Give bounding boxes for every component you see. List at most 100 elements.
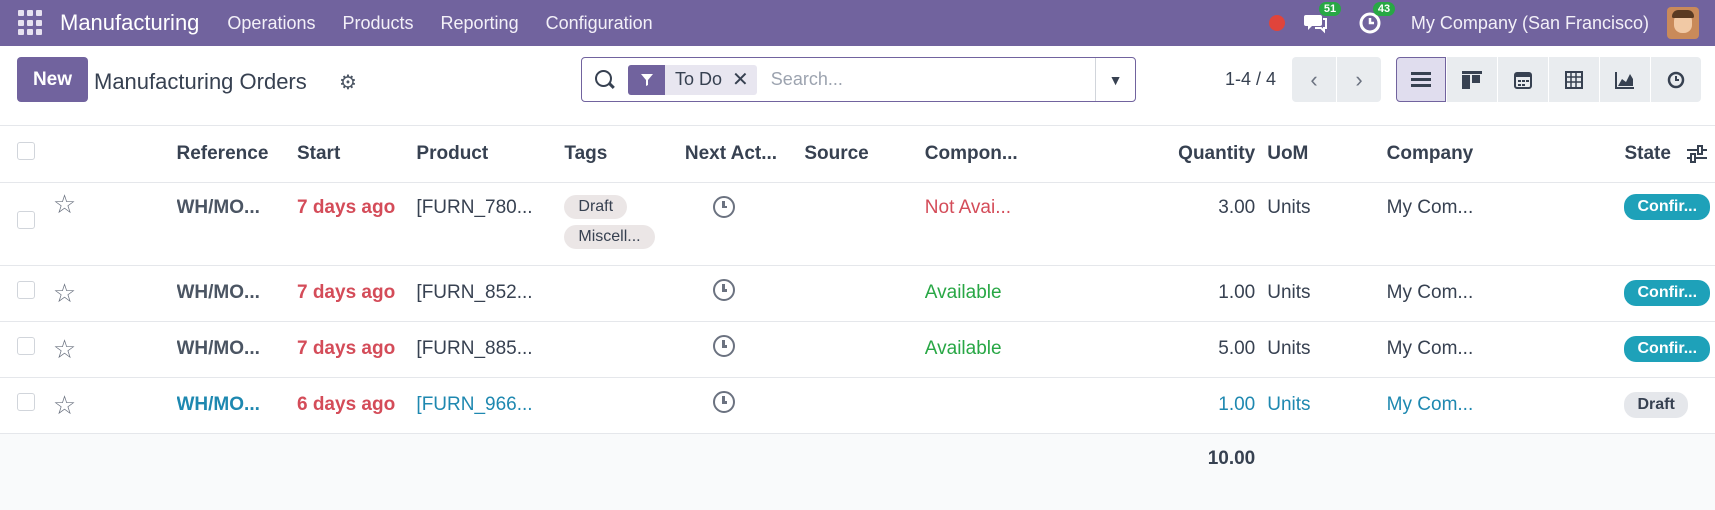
control-panel: New Manufacturing Orders ⚙ To Do ✕ ▼ 1-4… <box>0 46 1715 126</box>
activity-clock-icon[interactable] <box>712 279 735 301</box>
column-uom[interactable]: UoM <box>1267 126 1387 183</box>
activities-button[interactable]: 43 <box>1357 2 1396 36</box>
row-checkbox[interactable] <box>17 281 35 299</box>
search-icon[interactable] <box>594 69 616 91</box>
pager-value[interactable]: 1-4 / 4 <box>1225 69 1276 90</box>
search-options-caret-down-icon[interactable]: ▼ <box>1095 58 1135 101</box>
table-row[interactable]: ☆ WH/MO... 7 days ago [FURN_780... Draft… <box>0 182 1715 266</box>
menu-products[interactable]: Products <box>342 13 413 34</box>
messages-button[interactable]: 51 <box>1303 2 1342 36</box>
cell-product: [FURN_885... <box>416 321 565 378</box>
manufacturing-orders-table: Reference Start Product Tags Next Act...… <box>0 126 1715 485</box>
user-avatar[interactable] <box>1667 7 1699 39</box>
column-components[interactable]: Compon... <box>924 126 1147 183</box>
column-company[interactable]: Company <box>1386 126 1625 183</box>
cell-company: My Com... <box>1386 377 1625 434</box>
view-switcher <box>1396 57 1702 102</box>
search-input[interactable] <box>770 69 1071 90</box>
app-brand[interactable]: Manufacturing <box>60 10 199 36</box>
column-reference[interactable]: Reference <box>176 126 297 183</box>
cell-quantity: 1.00 <box>1146 377 1268 434</box>
pivot-view-table-icon[interactable] <box>1549 57 1599 102</box>
filter-facet: To Do ✕ <box>628 64 757 95</box>
cell-start: 7 days ago <box>296 265 417 322</box>
row-checkbox[interactable] <box>17 210 35 229</box>
company-switcher[interactable]: My Company (San Francisco) <box>1411 13 1649 34</box>
cell-company: My Com... <box>1386 182 1625 266</box>
cell-source <box>804 182 925 266</box>
cell-components: Available <box>924 265 1147 322</box>
search-bar: To Do ✕ ▼ <box>581 57 1136 102</box>
cell-product: [FURN_966... <box>416 377 565 434</box>
cell-reference: WH/MO... <box>176 182 297 266</box>
cell-uom: Units <box>1267 182 1387 266</box>
pager-previous-chevron-left-icon[interactable]: ‹ <box>1292 57 1336 102</box>
apps-menu-icon[interactable] <box>18 10 44 36</box>
cell-reference: WH/MO... <box>176 321 297 378</box>
column-product[interactable]: Product <box>416 126 565 183</box>
cell-uom: Units <box>1267 321 1387 378</box>
cell-tags <box>564 265 685 322</box>
cell-start: 6 days ago <box>296 377 417 434</box>
activity-clock-icon[interactable] <box>712 335 735 357</box>
table-footer-row: 10.00 <box>0 433 1715 485</box>
row-checkbox[interactable] <box>17 337 35 355</box>
menu-operations[interactable]: Operations <box>227 13 315 34</box>
column-next-activity[interactable]: Next Act... <box>684 126 805 183</box>
menu-reporting[interactable]: Reporting <box>441 13 519 34</box>
calendar-view-icon[interactable] <box>1498 57 1548 102</box>
cell-tags <box>564 321 685 378</box>
facet-label: To Do <box>675 69 723 89</box>
table-row[interactable]: ☆ WH/MO... 7 days ago [FURN_852... Avail… <box>0 265 1715 322</box>
activities-count-badge: 43 <box>1372 2 1396 16</box>
column-source[interactable]: Source <box>804 126 925 183</box>
messages-count-badge: 51 <box>1318 2 1342 16</box>
select-all-checkbox[interactable] <box>17 141 35 160</box>
status-badge: Confir... <box>1624 193 1711 220</box>
cell-product: [FURN_780... <box>416 182 565 266</box>
kanban-view-icon[interactable] <box>1447 57 1497 102</box>
star-icon[interactable]: ☆ <box>53 390 76 420</box>
top-navbar: Manufacturing Operations Products Report… <box>0 0 1715 46</box>
cell-next-activity[interactable] <box>684 182 805 266</box>
cell-next-activity[interactable] <box>684 377 805 434</box>
cell-components: Not Avai... <box>924 182 1147 266</box>
cell-next-activity[interactable] <box>684 321 805 378</box>
activity-clock-icon[interactable] <box>712 391 735 413</box>
column-tags[interactable]: Tags <box>564 126 685 183</box>
column-start[interactable]: Start <box>296 126 417 183</box>
cell-quantity: 3.00 <box>1146 182 1268 266</box>
cell-product: [FURN_852... <box>416 265 565 322</box>
cell-quantity: 1.00 <box>1146 265 1268 322</box>
activity-clock-icon[interactable] <box>712 195 735 218</box>
tag-badge: Draft <box>564 194 628 219</box>
table-row[interactable]: ☆ WH/MO... 6 days ago [FURN_966... 1.00 … <box>0 377 1715 434</box>
graph-view-area-chart-icon[interactable] <box>1600 57 1650 102</box>
pager-next-chevron-right-icon[interactable]: › <box>1337 57 1381 102</box>
table-row[interactable]: ☆ WH/MO... 7 days ago [FURN_885... Avail… <box>0 321 1715 378</box>
column-quantity[interactable]: Quantity <box>1146 126 1268 183</box>
row-checkbox[interactable] <box>17 393 35 411</box>
star-icon[interactable]: ☆ <box>53 334 76 364</box>
recording-indicator-icon[interactable] <box>1268 15 1285 31</box>
activity-view-clock-icon[interactable] <box>1651 57 1701 102</box>
cell-tags <box>564 377 685 434</box>
cell-source <box>804 265 925 322</box>
star-icon[interactable]: ☆ <box>53 189 76 219</box>
new-button[interactable]: New <box>17 57 88 102</box>
status-badge: Draft <box>1624 392 1688 418</box>
tag-badge: Miscell... <box>564 224 655 249</box>
cell-source <box>804 321 925 378</box>
remove-facet-close-icon[interactable]: ✕ <box>732 67 757 92</box>
list-view-icon[interactable] <box>1396 57 1446 102</box>
cell-company: My Com... <box>1386 321 1625 378</box>
menu-configuration[interactable]: Configuration <box>546 13 653 34</box>
cell-components <box>924 377 1147 434</box>
gear-icon[interactable]: ⚙ <box>339 70 357 95</box>
star-icon[interactable]: ☆ <box>53 278 76 308</box>
cell-company: My Com... <box>1386 265 1625 322</box>
optional-columns-settings-icon[interactable] <box>1686 145 1708 168</box>
status-badge: Confir... <box>1624 280 1711 306</box>
cell-next-activity[interactable] <box>684 265 805 322</box>
cell-reference: WH/MO... <box>176 265 297 322</box>
